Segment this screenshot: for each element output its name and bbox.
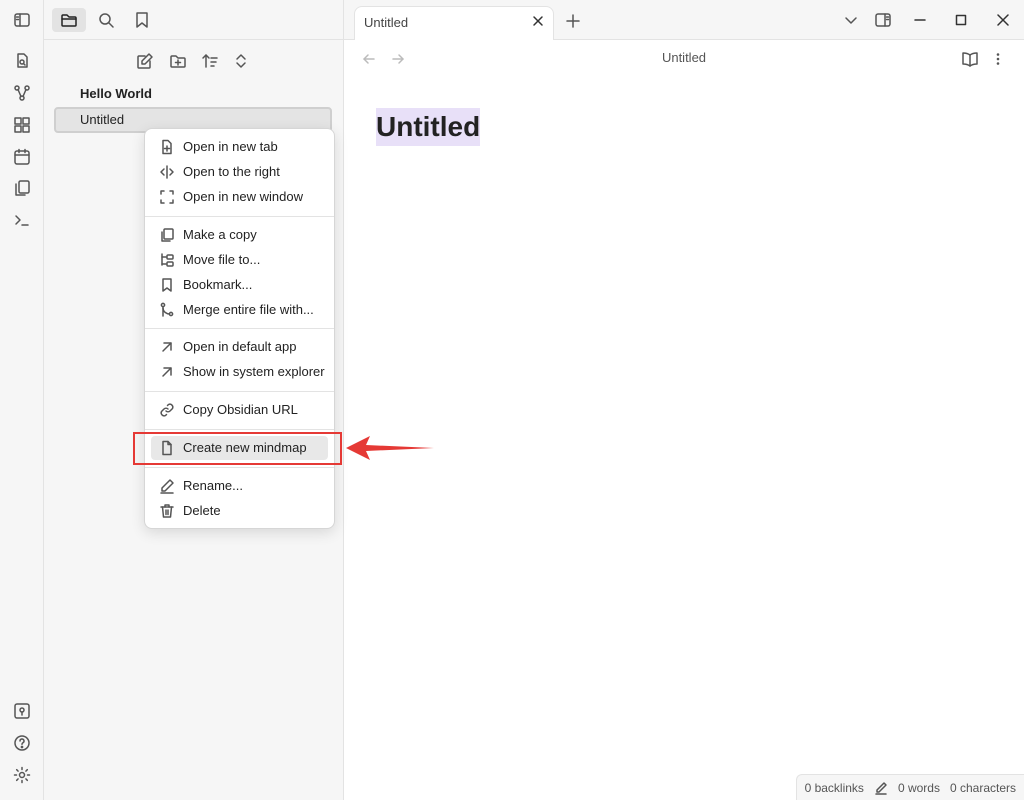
new-note-icon[interactable] [134, 50, 156, 72]
menu-item-label: Open in new window [183, 189, 303, 204]
minimize-icon[interactable] [908, 8, 932, 32]
view-header-title[interactable]: Untitled [344, 50, 1024, 65]
file-context-menu: Open in new tab Open to the right Open i… [144, 128, 335, 529]
trash-icon [160, 504, 174, 518]
menu-item-make-copy[interactable]: Make a copy [151, 223, 328, 247]
new-tab-plus-icon[interactable] [561, 9, 585, 33]
menu-item-move-file[interactable]: Move file to... [151, 248, 328, 272]
sidebar-toggle-icon[interactable] [12, 10, 32, 30]
menu-item-merge-file[interactable]: Merge entire file with... [151, 298, 328, 322]
menu-separator [145, 216, 334, 217]
split-icon [160, 165, 174, 179]
annotation-highlight-box [133, 432, 342, 465]
sort-icon[interactable] [199, 50, 221, 72]
arrow-up-right-icon [162, 342, 172, 352]
tab-title: Untitled [364, 15, 409, 30]
tab-bar: Untitled [344, 0, 1024, 40]
edit-pencil-icon[interactable] [874, 781, 888, 795]
menu-separator [145, 429, 334, 430]
menu-item-open-new-tab[interactable]: Open in new tab [151, 135, 328, 159]
terminal-icon[interactable] [12, 210, 32, 230]
files-tab-folder-icon[interactable] [52, 8, 86, 32]
menu-item-bookmark[interactable]: Bookmark... [151, 273, 328, 297]
settings-gear-icon[interactable] [12, 765, 32, 785]
tree-item-hello-world[interactable]: Hello World [54, 81, 332, 107]
menu-separator [145, 467, 334, 468]
graph-view-icon[interactable] [12, 83, 32, 103]
calendar-icon[interactable] [12, 147, 32, 167]
tree-item-label: Hello World [80, 86, 152, 101]
link-icon [160, 403, 174, 417]
right-sidebar-toggle-icon[interactable] [871, 8, 895, 32]
tab-list-chevron-down-icon[interactable] [839, 8, 863, 32]
git-merge-icon [160, 302, 174, 317]
character-count: 0 characters [949, 780, 1016, 795]
menu-item-label: Copy Obsidian URL [183, 402, 298, 417]
menu-item-label: Delete [183, 503, 221, 518]
menu-item-open-new-window[interactable]: Open in new window [151, 185, 328, 209]
folder-tree-icon [161, 253, 174, 267]
annotation-arrow [346, 436, 434, 460]
maximize-icon [160, 190, 174, 204]
vault-switcher-icon[interactable] [12, 701, 32, 721]
pencil-icon [160, 479, 174, 494]
menu-item-copy-obsidian-url[interactable]: Copy Obsidian URL [151, 398, 328, 422]
reading-view-book-icon[interactable] [958, 47, 982, 71]
menu-item-label: Bookmark... [183, 277, 253, 292]
menu-item-label: Show in system explorer [183, 364, 325, 379]
menu-item-label: Merge entire file with... [183, 302, 314, 317]
main-editor-pane: Untitled Untitled Untitled 0 backlinks 0… [344, 0, 1024, 800]
canvas-icon[interactable] [12, 115, 32, 135]
menu-separator [145, 391, 334, 392]
tab-untitled[interactable]: Untitled [354, 6, 554, 40]
menu-item-label: Open to the right [183, 164, 280, 179]
templates-icon[interactable] [12, 178, 32, 198]
backlinks-count[interactable]: 0 backlinks [805, 781, 864, 795]
menu-item-open-default-app[interactable]: Open in default app [151, 335, 328, 359]
bookmarks-icon[interactable] [125, 8, 159, 32]
quick-switcher-icon[interactable] [12, 51, 32, 71]
document-inline-title[interactable]: Untitled [376, 108, 481, 146]
new-folder-icon[interactable] [167, 50, 189, 72]
copy-icon [161, 228, 174, 242]
menu-separator [145, 328, 334, 329]
close-window-icon[interactable] [991, 8, 1015, 32]
maximize-icon[interactable] [949, 8, 973, 32]
help-icon[interactable] [12, 733, 32, 753]
word-count: 0 words [897, 780, 940, 795]
menu-item-open-right[interactable]: Open to the right [151, 160, 328, 184]
sidebar-divider [44, 39, 344, 40]
menu-item-label: Open in new tab [183, 139, 278, 154]
menu-item-label: Open in default app [183, 339, 297, 354]
menu-item-label: Make a copy [183, 227, 257, 242]
menu-item-label: Rename... [183, 478, 243, 493]
bookmark-icon [162, 278, 172, 292]
search-icon[interactable] [89, 8, 123, 32]
collapse-expand-icon[interactable] [230, 50, 252, 72]
arrow-up-right-icon [162, 367, 172, 377]
menu-item-label: Move file to... [183, 252, 261, 267]
status-bar: 0 backlinks 0 words 0 characters [795, 774, 1024, 800]
more-options-icon[interactable] [986, 47, 1010, 71]
tree-item-label: Untitled [80, 112, 125, 127]
close-tab-icon[interactable] [529, 12, 547, 30]
file-plus-icon [162, 139, 172, 155]
menu-item-delete[interactable]: Delete [151, 499, 328, 523]
left-ribbon [0, 0, 44, 800]
menu-item-rename[interactable]: Rename... [151, 474, 328, 498]
menu-item-show-system-explorer[interactable]: Show in system explorer [151, 360, 328, 384]
